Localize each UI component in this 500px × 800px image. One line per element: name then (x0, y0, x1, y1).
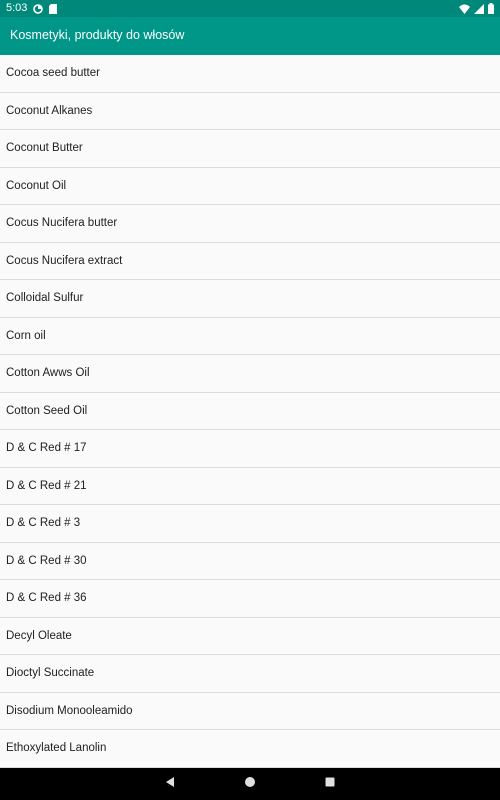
list-item-label: Coconut Butter (6, 142, 83, 155)
list-item[interactable]: Ethoxylated Lanolin (0, 730, 500, 768)
wifi-icon (459, 4, 470, 14)
list-item-label: Dioctyl Succinate (6, 667, 95, 680)
status-right (459, 0, 494, 17)
list-item[interactable]: D & C Red # 17 (0, 430, 500, 468)
list-item[interactable]: D & C Red # 30 (0, 542, 500, 580)
list-item[interactable]: Coconut Oil (0, 167, 500, 205)
list-item[interactable]: Disodium Monooleamido (0, 692, 500, 730)
list-item-label: Cocus Nucifera butter (6, 217, 118, 230)
status-bar: 5:03 (0, 0, 500, 17)
home-icon (244, 775, 256, 793)
signal-icon (474, 3, 484, 14)
list-item-label: Cotton Awws Oil (6, 367, 90, 380)
screen: 5:03 Kosmetyki, produkty do włosów Cocoa… (0, 0, 500, 800)
list-item[interactable]: Colloidal Sulfur (0, 280, 500, 318)
list-item-label: Coconut Oil (6, 179, 67, 192)
ingredient-list[interactable]: Cocoa seed butter Coconut Alkanes Coconu… (0, 55, 500, 768)
list-item[interactable]: D & C Red # 36 (0, 580, 500, 618)
list-item-label: D & C Red # 30 (6, 554, 87, 567)
data-saver-icon (33, 3, 44, 14)
list-item[interactable]: Cocus Nucifera extract (0, 242, 500, 280)
sd-card-icon (49, 3, 58, 14)
list-item-label: Colloidal Sulfur (6, 292, 84, 305)
list-item-label: Ethoxylated Lanolin (6, 742, 107, 755)
list-item[interactable]: Coconut Butter (0, 130, 500, 168)
app-bar: Kosmetyki, produkty do włosów (0, 17, 500, 55)
list-item-label: Corn oil (6, 329, 46, 342)
list-item-label: Coconut Alkanes (6, 104, 93, 117)
list-item-label: D & C Red # 17 (6, 442, 87, 455)
list-item[interactable]: Cotton Awws Oil (0, 355, 500, 393)
list-item-label: D & C Red # 21 (6, 479, 87, 492)
back-button[interactable] (163, 777, 177, 791)
battery-icon (488, 3, 494, 14)
navigation-bar (0, 768, 500, 800)
status-left: 5:03 (6, 0, 58, 17)
list-item[interactable]: Decyl Oleate (0, 617, 500, 655)
list-item[interactable]: D & C Red # 3 (0, 505, 500, 543)
list-item-label: D & C Red # 3 (6, 517, 81, 530)
recents-icon (324, 775, 336, 793)
list-item-label: D & C Red # 36 (6, 592, 87, 605)
home-button[interactable] (243, 777, 257, 791)
list-item[interactable]: Coconut Alkanes (0, 92, 500, 130)
list-item-label: Decyl Oleate (6, 629, 72, 642)
list-item[interactable]: Cocoa seed butter (0, 55, 500, 93)
back-icon (164, 775, 176, 793)
recents-button[interactable] (323, 777, 337, 791)
list-item[interactable]: Cocus Nucifera butter (0, 205, 500, 243)
list-item-label: Cocoa seed butter (6, 67, 100, 80)
app-bar-title: Kosmetyki, produkty do włosów (10, 28, 185, 42)
list-item-label: Cotton Seed Oil (6, 404, 88, 417)
list-item-label: Cocus Nucifera extract (6, 254, 123, 267)
list-item[interactable]: Cotton Seed Oil (0, 392, 500, 430)
list-item[interactable]: Corn oil (0, 317, 500, 355)
list-item-label: Disodium Monooleamido (6, 704, 133, 717)
status-time: 5:03 (6, 2, 28, 14)
list-item[interactable]: D & C Red # 21 (0, 467, 500, 505)
list-item[interactable]: Dioctyl Succinate (0, 655, 500, 693)
